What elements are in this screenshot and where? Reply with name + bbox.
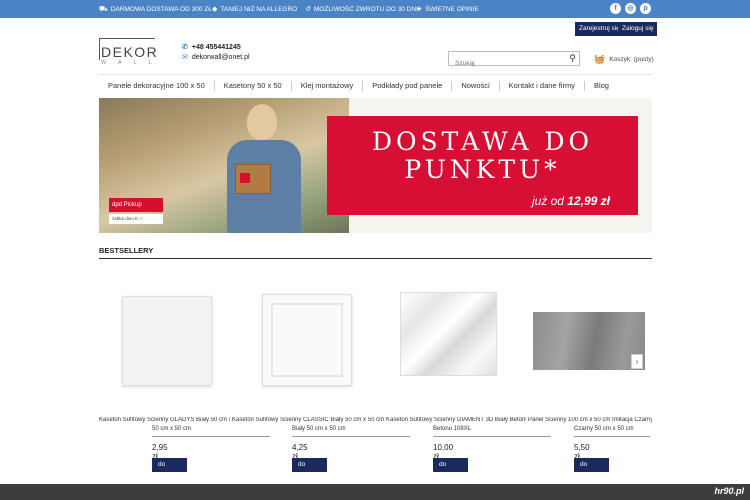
add-to-cart-button[interactable]: do koszyka (433, 458, 469, 482)
woman-with-parcel-image (219, 104, 309, 233)
section-title: BESTSELLERY (99, 246, 154, 255)
chevron-right-icon: › (635, 357, 639, 366)
product-name[interactable]: Kaseton Sufitowy Ścienny CLASSIC Biały 5… (232, 417, 384, 423)
partner-logos: żabka dino K ☆ (109, 214, 163, 224)
promo-cheaper: ◆ TANIEJ NIŻ NA ALLEGRO (212, 5, 298, 14)
hero-red-panel: DOSTAWA DO PUNKTU* już od 12,99 zł (327, 116, 638, 215)
product-image[interactable] (262, 294, 352, 386)
logo[interactable]: DEKOR WALL (99, 38, 167, 68)
promo-opinions: ★ ŚWIETNE OPINIE (416, 5, 479, 14)
hero-price-prefix: już od (531, 194, 568, 208)
product-size: Czarny 50 cm x 50 cm (574, 426, 634, 432)
section-divider (99, 258, 652, 259)
truck-icon: ⛟ (99, 6, 108, 13)
product-divider (433, 436, 551, 437)
watermark-text: hr90.pl (714, 486, 744, 496)
woman-head (247, 104, 277, 140)
promo-text: MOŻLIWOŚĆ ZWROTU DO 30 DNI (313, 5, 418, 13)
nav-item-panels[interactable]: Panele dekoracyjne 100 x 50 (99, 80, 215, 91)
main-nav: Panele dekoracyjne 100 x 50 Kasetony 50 … (99, 74, 652, 96)
register-button[interactable]: Zarejestruj się (575, 22, 624, 36)
search-icon[interactable]: ⚲ (569, 53, 576, 64)
promo-text: ŚWIETNE OPINIE (425, 5, 479, 13)
promo-free-delivery: ⛟ DARMOWA DOSTAWA OD 300 ZŁ (99, 5, 212, 14)
watermark-bar: hr90.pl (0, 484, 750, 500)
pickup-badges: dpd Pickup żabka dino K ☆ (109, 198, 165, 226)
basket-icon: 🧺 (594, 54, 606, 64)
logo-name: DEKOR (101, 44, 159, 60)
nav-item-tiles[interactable]: Kasetony 50 x 50 (215, 80, 292, 91)
login-button[interactable]: Zaloguj się (618, 22, 658, 36)
hero-price-line: już od 12,99 zł (532, 194, 610, 208)
tile-inner-frame (271, 303, 343, 377)
pinterest-icon[interactable]: p (640, 3, 651, 14)
product-image[interactable] (400, 292, 497, 376)
product-image[interactable] (533, 312, 645, 370)
add-to-cart-button[interactable]: do koszyka (292, 458, 328, 482)
email-address: dekorwall@onet.pl (191, 53, 250, 61)
promo-text: TANIEJ NIŻ NA ALLEGRO (220, 5, 298, 13)
search-input[interactable] (449, 57, 559, 70)
add-to-cart-button[interactable]: do koszyka (152, 458, 188, 482)
dpd-pickup-badge: dpd Pickup (109, 198, 163, 212)
carousel-next-button[interactable]: › (631, 354, 643, 369)
nav-item-blog[interactable]: Blog (585, 81, 618, 91)
instagram-icon[interactable]: ◎ (625, 3, 636, 14)
product-image[interactable] (122, 296, 212, 386)
product-name[interactable]: Panel Ścienny 100 cm x 50 cm Imitacja Cz… (528, 417, 652, 423)
product-size: Biały 50 cm x 50 cm (292, 426, 346, 432)
facebook-icon[interactable]: f (610, 3, 621, 14)
product-name[interactable]: Kaseton Sufitowy Ścienny GLADYS Biały 50… (99, 417, 230, 423)
product-name[interactable]: Kaseton Sufitowy Ścienny DIAMENT 3D Biał… (386, 417, 526, 423)
top-promo-bar: ⛟ DARMOWA DOSTAWA OD 300 ZŁ ◆ TANIEJ NIŻ… (0, 0, 750, 18)
tag-icon: ◆ (212, 6, 218, 13)
product-size: Betonu 108XL (433, 426, 472, 432)
nav-item-underlays[interactable]: Podkłady pod panele (363, 80, 453, 91)
search-box: ⚲ (448, 51, 580, 70)
promo-returns: ↺ MOŻLIWOŚĆ ZWROTU DO 30 DNI (305, 5, 418, 14)
contact-phone[interactable]: ✆ +48 455441245 (182, 43, 241, 52)
phone-number: +48 455441245 (191, 43, 241, 51)
promo-text: DARMOWA DOSTAWA OD 300 ZŁ (110, 6, 212, 13)
parcel-icon (235, 164, 271, 194)
hero-headline-1: DOSTAWA DO (371, 127, 593, 156)
nav-item-new[interactable]: Nowości (452, 80, 500, 91)
product-divider (292, 436, 410, 437)
logo-sub: WALL (101, 60, 164, 66)
star-icon: ★ (416, 6, 423, 13)
cart-link[interactable]: 🧺 Koszyk: (pusty) (594, 54, 654, 65)
hero-banner[interactable]: dpd Pickup żabka dino K ☆ DOSTAWA DO PUN… (99, 98, 652, 233)
product-size: 50 cm x 50 cm (152, 426, 192, 432)
product-divider (152, 436, 270, 437)
envelope-icon: ✉ (182, 54, 188, 61)
hero-headline-2: PUNKTU* (404, 155, 561, 184)
return-icon: ↺ (305, 6, 311, 13)
hero-photo: dpd Pickup żabka dino K ☆ (99, 98, 349, 233)
cart-label: Koszyk: (pusty) (609, 56, 654, 63)
nav-item-contact[interactable]: Kontakt i dane firmy (500, 80, 585, 91)
dpd-logo (240, 173, 250, 183)
nav-item-glue[interactable]: Klej montażowy (292, 80, 364, 91)
contact-email[interactable]: ✉ dekorwall@onet.pl (182, 53, 250, 62)
hero-price: 12,99 zł (567, 194, 610, 208)
product-divider (574, 436, 650, 437)
phone-icon: ✆ (182, 44, 188, 51)
add-to-cart-button[interactable]: do koszyka (574, 458, 610, 482)
